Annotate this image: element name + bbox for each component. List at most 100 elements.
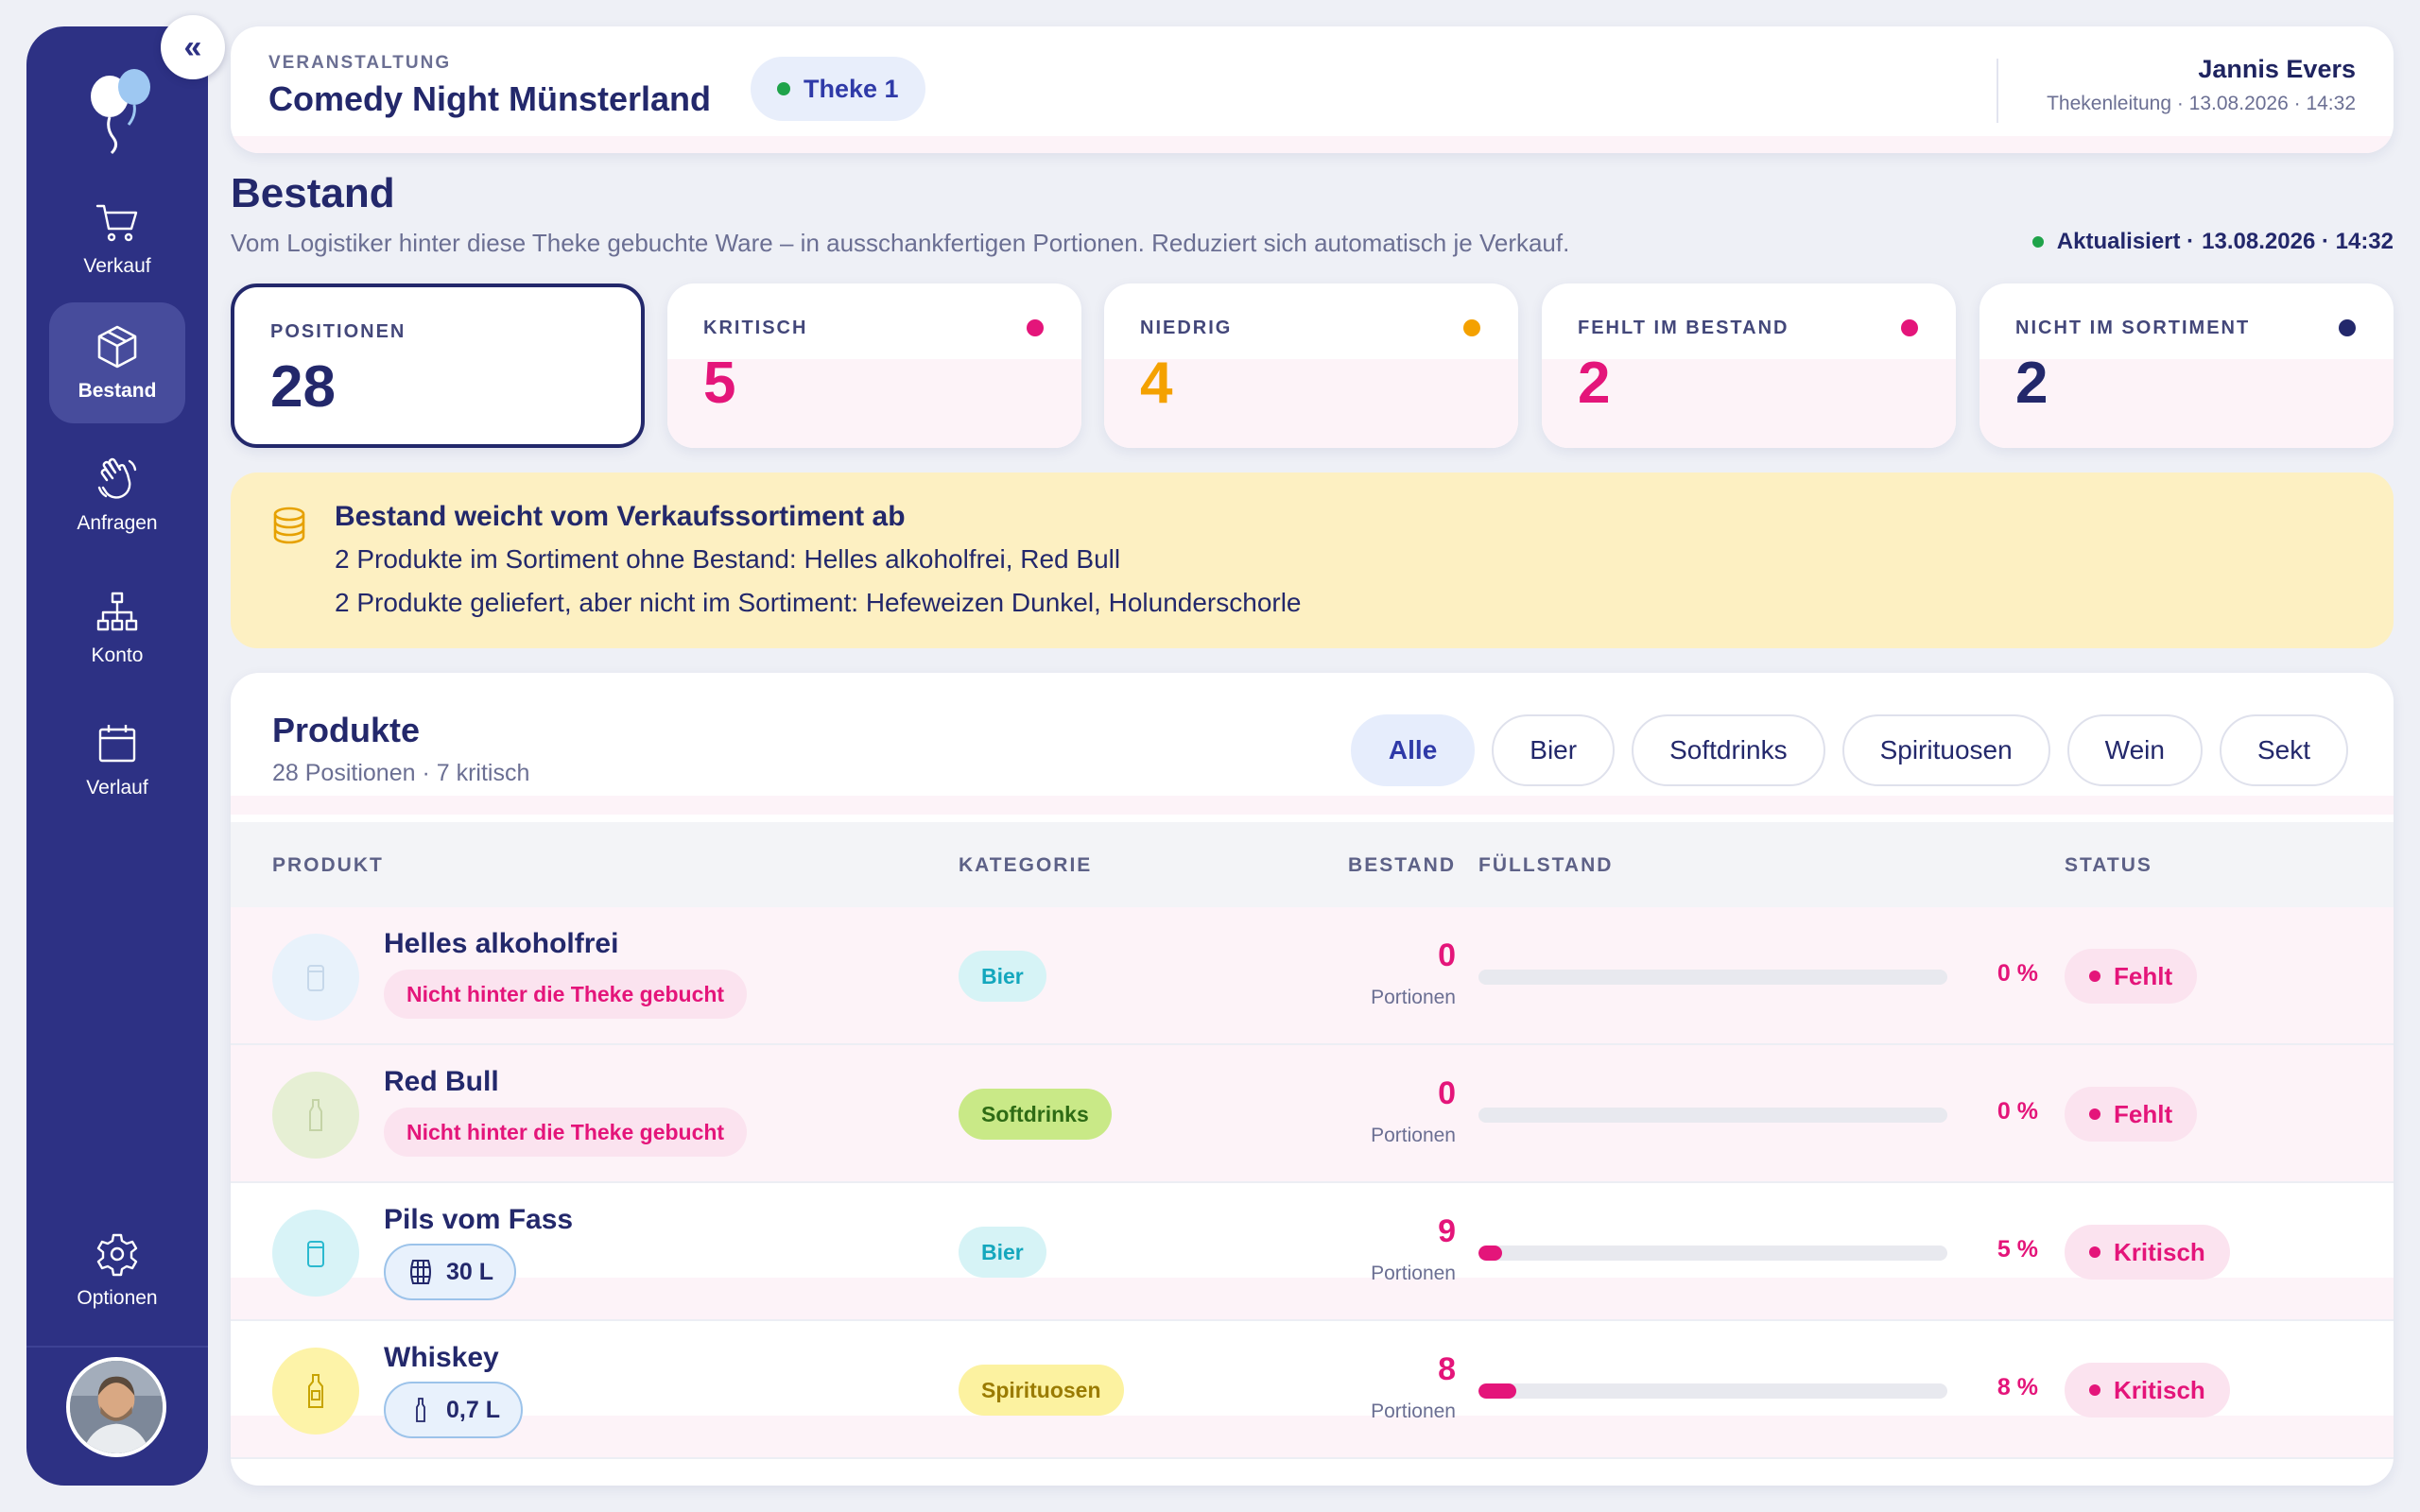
sidebar-item-bestand[interactable]: Bestand: [49, 302, 185, 423]
updated-status-dot: [2031, 236, 2044, 248]
sidebar: Verkauf Bestand Anfragen Konto Verlauf O…: [26, 26, 208, 1486]
event-header: VERANSTALTUNG Comedy Night Münsterland T…: [231, 26, 2394, 153]
category-badge: Bier: [959, 951, 1046, 1002]
alert-line: 2 Produkte im Sortiment ohne Bestand: He…: [335, 544, 1121, 574]
box-icon: [97, 325, 137, 369]
sidebar-collapse-button[interactable]: «: [161, 15, 225, 79]
table-row[interactable]: Red Bull Nicht hinter die Theke gebucht …: [231, 1045, 2394, 1183]
product-name: Pils vom Fass: [384, 1204, 574, 1235]
fill-percent: 0 %: [1996, 960, 2038, 987]
stat-card-positionen[interactable]: POSITIONEN 28: [231, 284, 645, 448]
gear-icon: [96, 1233, 138, 1277]
coins-icon: [273, 507, 305, 544]
fill-bar-level: [1478, 1383, 1516, 1399]
barrel-icon: [410, 1260, 431, 1284]
filter-softdrinks[interactable]: Softdrinks: [1632, 714, 1825, 786]
whiskey-bottle-icon: [308, 1374, 323, 1408]
counter-label: Theke 1: [804, 74, 899, 103]
sidebar-item-verlauf[interactable]: Verlauf: [49, 699, 185, 820]
row-tint: [231, 1278, 2394, 1319]
stock-unit: Portionen: [1371, 987, 1456, 1008]
page-title: Bestand: [231, 170, 395, 216]
products-card: Produkte 28 Positionen · 7 kritisch Alle…: [231, 673, 2394, 1486]
status-label: Kritisch: [2114, 1375, 2205, 1404]
sidebar-item-label: Anfragen: [77, 512, 158, 534]
table-row[interactable]: Helles alkoholfrei Nicht hinter die Thek…: [231, 907, 2394, 1045]
balloon-logo-icon: [91, 69, 150, 155]
header-tint: [231, 796, 2394, 815]
sidebar-item-optionen[interactable]: Optionen: [49, 1210, 185, 1331]
not-booked-note: Nicht hinter die Theke gebucht: [384, 1108, 748, 1157]
product-thumbnail: [272, 1210, 359, 1297]
filter-alle[interactable]: Alle: [1350, 714, 1476, 786]
user-photo-icon: [70, 1361, 163, 1453]
category-badge: Spirituosen: [959, 1365, 1124, 1416]
updated-time: 13.08.2026 · 14:32: [2202, 229, 2394, 254]
stat-card-fehlt[interactable]: FEHLT IM BESTAND 2: [1542, 284, 1956, 448]
filter-bier[interactable]: Bier: [1492, 714, 1616, 786]
table-row[interactable]: Pils vom Fass 30 L Bier 9 Portionen 5 % …: [231, 1183, 2394, 1321]
sidebar-item-konto[interactable]: Konto: [49, 567, 185, 688]
sidebar-item-label: Optionen: [77, 1287, 158, 1309]
product-name: Helles alkoholfrei: [384, 928, 619, 959]
missing-dot: [1901, 319, 1918, 336]
filter-wein[interactable]: Wein: [2066, 714, 2203, 786]
fill-percent: 0 %: [1996, 1098, 2038, 1125]
stock-value: 0: [1438, 1075, 1456, 1111]
updated-indicator: Aktualisiert · 13.08.2026 · 14:32: [2031, 229, 2394, 255]
inventory-mismatch-alert: Bestand weicht vom Verkaufssortiment ab …: [231, 472, 2394, 648]
sidebar-item-verkauf[interactable]: Verkauf: [49, 178, 185, 299]
table-row[interactable]: Whiskey 0,7 L Spirituosen 8 Portionen 8 …: [231, 1321, 2394, 1459]
fill-bar: [1478, 1108, 1947, 1123]
avatar[interactable]: [66, 1357, 166, 1457]
column-header-stock[interactable]: BESTAND: [1348, 854, 1456, 877]
products-subtitle: 28 Positionen · 7 kritisch: [272, 760, 530, 786]
status-label: Kritisch: [2114, 1237, 2205, 1266]
calendar-icon: [98, 725, 136, 763]
sidebar-item-label: Verlauf: [86, 777, 148, 799]
container-size: 0,7 L: [446, 1396, 500, 1423]
stat-value: 28: [270, 354, 336, 420]
fill-percent: 5 %: [1996, 1236, 2038, 1263]
stock-value: 9: [1438, 1213, 1456, 1249]
container-size-badge: 30 L: [384, 1244, 517, 1300]
status-badge: Fehlt: [2065, 1087, 2198, 1142]
stat-card-nicht-im-sortiment[interactable]: NICHT IM SORTIMENT 2: [1979, 284, 2394, 448]
critical-dot: [1027, 319, 1044, 336]
sidebar-item-label: Konto: [91, 644, 144, 666]
filter-spirituosen[interactable]: Spirituosen: [1841, 714, 2050, 786]
fill-bar: [1478, 970, 1947, 985]
product-thumbnail: [272, 934, 359, 1021]
stat-card-niedrig[interactable]: NIEDRIG 4: [1104, 284, 1518, 448]
stat-value: 4: [1140, 351, 1173, 416]
stock-value: 0: [1438, 937, 1456, 973]
category-badge: Bier: [959, 1227, 1046, 1278]
status-badge: Fehlt: [2065, 949, 2198, 1004]
counter-badge[interactable]: Theke 1: [751, 57, 925, 121]
sidebar-item-anfragen[interactable]: Anfragen: [49, 435, 185, 556]
column-header-status[interactable]: STATUS: [2065, 854, 2152, 877]
product-thumbnail: [272, 1072, 359, 1159]
product-name: Whiskey: [384, 1342, 499, 1373]
column-header-product[interactable]: PRODUKT: [272, 854, 384, 877]
table-header: PRODUKT KATEGORIE BESTAND FÜLLSTAND STAT…: [231, 822, 2394, 907]
status-label: Fehlt: [2114, 961, 2173, 990]
alert-title: Bestand weicht vom Verkaufssortiment ab: [335, 501, 906, 532]
column-header-fill[interactable]: FÜLLSTAND: [1478, 854, 1613, 877]
user-meta: Thekenleitung · 13.08.2026 · 14:32: [2047, 93, 2356, 114]
status-dot: [2089, 1246, 2100, 1258]
sidebar-item-label: Bestand: [78, 380, 157, 402]
row-tint: [231, 1416, 2394, 1457]
stock-unit: Portionen: [1371, 1263, 1456, 1284]
fill-bar: [1478, 1246, 1947, 1261]
header-divider: [1996, 59, 1998, 123]
stock-unit: Portionen: [1371, 1125, 1456, 1146]
status-label: Fehlt: [2114, 1099, 2173, 1128]
event-title: Comedy Night Münsterland: [268, 79, 712, 118]
stat-card-kritisch[interactable]: KRITISCH 5: [667, 284, 1081, 448]
filter-sekt[interactable]: Sekt: [2219, 714, 2348, 786]
glass-icon: [307, 965, 324, 991]
column-header-category[interactable]: KATEGORIE: [959, 854, 1092, 877]
fill-bar: [1478, 1383, 1947, 1399]
stock-unit: Portionen: [1371, 1400, 1456, 1422]
